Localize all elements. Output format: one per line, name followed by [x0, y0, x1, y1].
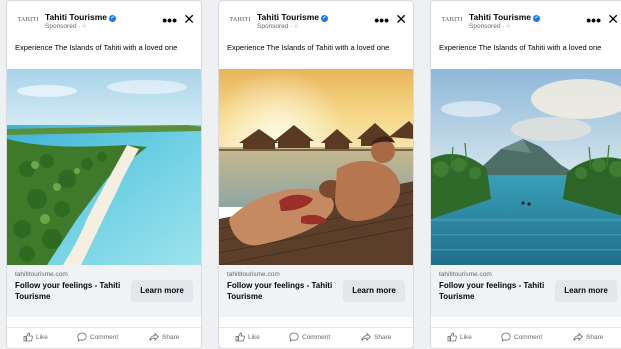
like-button[interactable]: Like [23, 331, 48, 345]
like-label: Like [248, 334, 260, 341]
page-name[interactable]: Tahiti Tourisme [45, 12, 107, 22]
action-bar: Like Comment Share [7, 327, 201, 345]
share-label: Share [374, 334, 392, 341]
ad-link-footer[interactable]: tahititourisme.com Follow your feelings … [431, 265, 621, 317]
comment-button[interactable]: Comment [289, 331, 330, 345]
page-name[interactable]: Tahiti Tourisme [257, 12, 319, 22]
page-name-link[interactable]: Tahiti Tourisme ✓ [257, 12, 329, 22]
sponsored-label: Sponsored · ○ [257, 23, 299, 30]
link-headline[interactable]: Follow your feelings - Tahiti Tourisme [439, 280, 549, 302]
share-button[interactable]: Share [149, 331, 179, 345]
ad-link-footer[interactable]: tahititourisme.com Follow your feelings … [219, 265, 413, 317]
sponsored-label: Sponsored · ○ [469, 23, 511, 30]
link-domain: tahititourisme.com [227, 271, 280, 278]
share-button[interactable]: Share [573, 331, 603, 345]
more-options-icon[interactable]: ••• [374, 13, 389, 27]
ad-caption: Experience The Islands of Tahiti with a … [227, 43, 390, 52]
link-domain: tahititourisme.com [439, 271, 492, 278]
thumbs-up-icon [447, 332, 457, 342]
close-icon[interactable]: ✕ [607, 12, 619, 26]
comment-button[interactable]: Comment [501, 331, 542, 345]
ad-caption: Experience The Islands of Tahiti with a … [15, 43, 178, 52]
page-name-link[interactable]: Tahiti Tourisme ✓ [469, 12, 541, 22]
page-name-link[interactable]: Tahiti Tourisme ✓ [45, 12, 117, 22]
learn-more-button[interactable]: Learn more [555, 280, 617, 302]
ad-caption: Experience The Islands of Tahiti with a … [439, 43, 602, 52]
page-name[interactable]: Tahiti Tourisme [469, 12, 531, 22]
thumbs-up-icon [235, 332, 245, 342]
page-logo[interactable]: TAHITI [13, 13, 43, 27]
like-button[interactable]: Like [447, 331, 472, 345]
comment-bubble-icon [289, 332, 299, 343]
verified-badge-icon: ✓ [533, 15, 541, 22]
lagoon-mountain-illustration [431, 69, 621, 265]
ad-header: TAHITI Tahiti Tourisme ✓ Sponsored · ○ ••… [431, 9, 621, 35]
like-label: Like [460, 334, 472, 341]
link-domain: tahititourisme.com [15, 271, 68, 278]
comment-label: Comment [302, 334, 331, 341]
ad-card: TAHITI Tahiti Tourisme ✓ Sponsored · ○ ••… [430, 0, 621, 349]
like-button[interactable]: Like [235, 331, 260, 345]
share-arrow-icon [361, 332, 371, 342]
ad-header: TAHITI Tahiti Tourisme ✓ Sponsored · ○ ••… [219, 9, 413, 35]
more-options-icon[interactable]: ••• [162, 13, 177, 27]
sponsored-label: Sponsored · ○ [45, 23, 87, 30]
link-headline[interactable]: Follow your feelings - Tahiti Tourisme [15, 280, 125, 302]
page-logo[interactable]: TAHITI [437, 13, 467, 27]
learn-more-button[interactable]: Learn more [131, 280, 193, 302]
couple-sunset-illustration [219, 69, 413, 265]
comment-button[interactable]: Comment [77, 331, 118, 345]
close-icon[interactable]: ✕ [183, 12, 195, 26]
verified-badge-icon: ✓ [109, 15, 117, 22]
comment-label: Comment [90, 334, 119, 341]
share-label: Share [586, 334, 604, 341]
ad-image-lagoon-mountain[interactable] [431, 69, 621, 265]
verified-badge-icon: ✓ [321, 15, 329, 22]
share-arrow-icon [573, 332, 583, 342]
ad-link-footer[interactable]: tahititourisme.com Follow your feelings … [7, 265, 201, 317]
link-headline[interactable]: Follow your feelings - Tahiti Tourisme [227, 280, 337, 302]
comment-bubble-icon [501, 332, 511, 343]
ad-image-aerial-beach[interactable] [7, 69, 201, 265]
ad-header: TAHITI Tahiti Tourisme ✓ Sponsored · ○ ••… [7, 9, 201, 35]
close-icon[interactable]: ✕ [395, 12, 407, 26]
ad-card: TAHITI Tahiti Tourisme ✓ Sponsored · ○ ••… [218, 0, 414, 349]
action-bar: Like Comment Share [219, 327, 413, 345]
comment-bubble-icon [77, 332, 87, 343]
more-options-icon[interactable]: ••• [586, 13, 601, 27]
share-label: Share [162, 334, 180, 341]
comment-label: Comment [514, 334, 543, 341]
page-logo[interactable]: TAHITI [225, 13, 255, 27]
aerial-beach-illustration [7, 69, 201, 265]
share-button[interactable]: Share [361, 331, 391, 345]
like-label: Like [36, 334, 48, 341]
learn-more-button[interactable]: Learn more [343, 280, 405, 302]
thumbs-up-icon [23, 332, 33, 342]
ad-image-couple-sunset[interactable] [219, 69, 413, 265]
action-bar: Like Comment Share [431, 327, 621, 345]
share-arrow-icon [149, 332, 159, 342]
ad-card: TAHITI Tahiti Tourisme ✓ Sponsored · ○ ••… [6, 0, 202, 349]
